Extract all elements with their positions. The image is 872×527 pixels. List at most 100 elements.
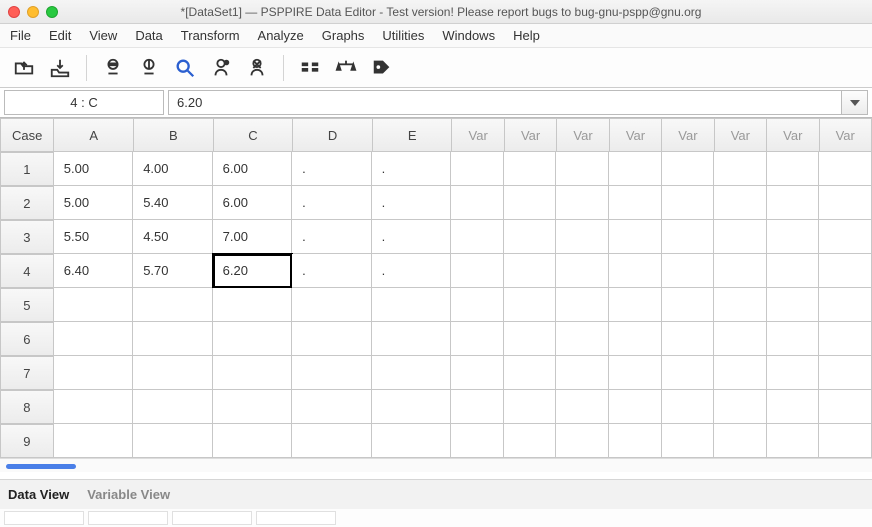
insert-variable-icon[interactable] (243, 54, 271, 82)
data-cell[interactable] (556, 186, 609, 220)
data-cell[interactable]: . (292, 254, 371, 288)
data-cell[interactable] (662, 186, 715, 220)
search-icon[interactable] (171, 54, 199, 82)
data-cell[interactable] (609, 390, 662, 424)
row-header[interactable]: 8 (0, 390, 54, 424)
scrollbar-thumb[interactable] (6, 464, 76, 469)
column-header-var[interactable]: Var (767, 118, 819, 152)
data-cell[interactable] (767, 254, 820, 288)
data-cell[interactable] (556, 322, 609, 356)
data-cell[interactable] (767, 424, 820, 458)
data-cell[interactable] (133, 356, 212, 390)
data-cell[interactable] (714, 220, 767, 254)
minimize-icon[interactable] (27, 6, 39, 18)
goto-case-icon[interactable] (99, 54, 127, 82)
data-cell[interactable] (767, 288, 820, 322)
menu-edit[interactable]: Edit (49, 28, 71, 43)
data-cell[interactable] (504, 152, 557, 186)
data-cell[interactable] (714, 288, 767, 322)
data-cell[interactable]: 7.00 (213, 220, 292, 254)
menu-transform[interactable]: Transform (181, 28, 240, 43)
data-cell[interactable]: . (372, 152, 451, 186)
cell-value-dropdown[interactable] (842, 90, 868, 115)
data-cell[interactable] (662, 288, 715, 322)
data-cell[interactable] (504, 288, 557, 322)
column-header-var[interactable]: Var (610, 118, 662, 152)
data-cell[interactable] (213, 322, 292, 356)
row-header[interactable]: 1 (0, 152, 54, 186)
data-cell[interactable] (714, 254, 767, 288)
data-cell[interactable]: 5.40 (133, 186, 212, 220)
data-cell[interactable] (714, 186, 767, 220)
data-cell[interactable]: 5.00 (54, 186, 133, 220)
data-cell[interactable] (556, 288, 609, 322)
row-header[interactable]: 9 (0, 424, 54, 458)
data-cell[interactable] (819, 390, 872, 424)
data-cell[interactable] (556, 356, 609, 390)
data-cell[interactable] (609, 186, 662, 220)
row-header[interactable]: 6 (0, 322, 54, 356)
data-cell[interactable] (662, 152, 715, 186)
data-cell[interactable] (714, 390, 767, 424)
data-cell[interactable]: 6.20 (213, 254, 292, 288)
data-cell[interactable] (819, 424, 872, 458)
data-cell[interactable]: 4.00 (133, 152, 212, 186)
menu-file[interactable]: File (10, 28, 31, 43)
data-cell[interactable] (372, 390, 451, 424)
menu-help[interactable]: Help (513, 28, 540, 43)
data-cell[interactable]: . (372, 186, 451, 220)
column-header-B[interactable]: B (134, 118, 214, 152)
data-cell[interactable] (133, 288, 212, 322)
data-cell[interactable] (767, 220, 820, 254)
weight-cases-icon[interactable] (332, 54, 360, 82)
menu-utilities[interactable]: Utilities (382, 28, 424, 43)
open-icon[interactable] (10, 54, 38, 82)
menu-view[interactable]: View (89, 28, 117, 43)
data-cell[interactable]: 6.00 (213, 186, 292, 220)
data-cell[interactable] (819, 288, 872, 322)
data-cell[interactable] (451, 322, 504, 356)
goto-variable-icon[interactable] (135, 54, 163, 82)
data-cell[interactable] (556, 254, 609, 288)
data-cell[interactable] (292, 424, 371, 458)
data-cell[interactable] (819, 186, 872, 220)
data-cell[interactable] (213, 390, 292, 424)
row-header[interactable]: 7 (0, 356, 54, 390)
data-cell[interactable] (504, 322, 557, 356)
data-cell[interactable] (819, 254, 872, 288)
data-cell[interactable]: 5.50 (54, 220, 133, 254)
data-cell[interactable] (609, 152, 662, 186)
data-cell[interactable]: . (372, 254, 451, 288)
data-cell[interactable] (372, 356, 451, 390)
data-cell[interactable] (451, 390, 504, 424)
row-header[interactable]: 5 (0, 288, 54, 322)
row-header[interactable]: 4 (0, 254, 54, 288)
close-icon[interactable] (8, 6, 20, 18)
data-cell[interactable] (54, 390, 133, 424)
data-cell[interactable] (292, 356, 371, 390)
data-cell[interactable] (662, 254, 715, 288)
data-cell[interactable] (662, 390, 715, 424)
insert-case-icon[interactable] (207, 54, 235, 82)
data-cell[interactable] (451, 424, 504, 458)
column-header-var[interactable]: Var (557, 118, 609, 152)
data-cell[interactable] (767, 152, 820, 186)
data-cell[interactable]: . (372, 220, 451, 254)
data-cell[interactable] (609, 254, 662, 288)
data-cell[interactable] (556, 220, 609, 254)
data-cell[interactable] (372, 424, 451, 458)
data-cell[interactable] (556, 424, 609, 458)
data-cell[interactable] (556, 390, 609, 424)
data-cell[interactable] (609, 220, 662, 254)
data-cell[interactable] (504, 424, 557, 458)
data-cell[interactable] (767, 186, 820, 220)
tab-variable-view[interactable]: Variable View (87, 487, 170, 502)
data-cell[interactable] (133, 390, 212, 424)
data-cell[interactable] (714, 424, 767, 458)
menu-graphs[interactable]: Graphs (322, 28, 365, 43)
data-cell[interactable] (292, 390, 371, 424)
data-cell[interactable]: 4.50 (133, 220, 212, 254)
data-cell[interactable]: . (292, 220, 371, 254)
data-cell[interactable]: 6.00 (213, 152, 292, 186)
data-cell[interactable] (451, 254, 504, 288)
